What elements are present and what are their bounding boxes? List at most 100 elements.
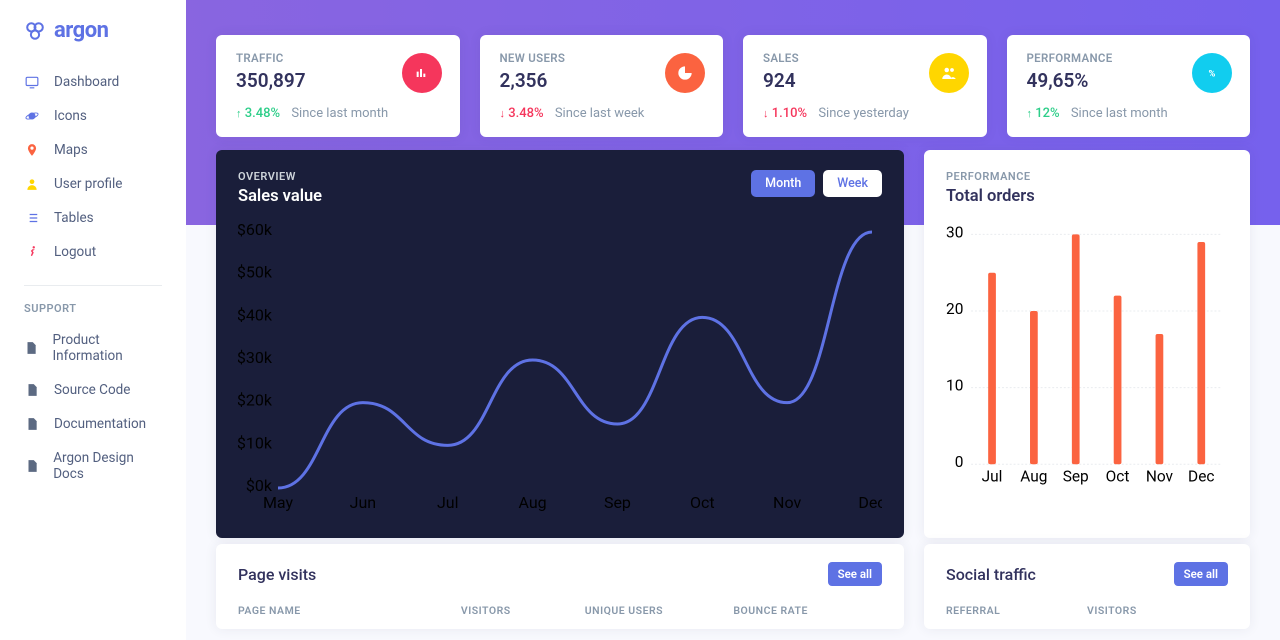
support-item-documentation[interactable]: Documentation	[0, 407, 186, 441]
svg-text:Aug: Aug	[1020, 468, 1047, 486]
stat-card-performance: PERFORMANCE 49,65% % ↑ 12% Since last mo…	[1007, 35, 1251, 137]
tab-month[interactable]: Month	[751, 170, 815, 197]
support-item-label: Documentation	[54, 416, 146, 432]
pin-icon	[24, 142, 40, 158]
svg-text:$60k: $60k	[238, 224, 273, 239]
total-orders-card: PERFORMANCE Total orders 0102030JulAugSe…	[924, 150, 1250, 538]
svg-text:20: 20	[946, 300, 963, 318]
svg-text:Sep: Sep	[1063, 468, 1089, 486]
user-icon	[24, 176, 40, 192]
stat-card-sales: SALES 924 ↓ 1.10% Since yesterday	[743, 35, 987, 137]
chart-range-tabs: Month Week	[751, 170, 882, 197]
brand-logo-icon	[24, 20, 46, 42]
support-item-argon-design-docs[interactable]: Argon Design Docs	[0, 441, 186, 491]
sidebar-item-label: Dashboard	[54, 74, 119, 90]
stat-delta-pct: ↑ 3.48%	[236, 106, 280, 121]
svg-text:$20k: $20k	[238, 391, 273, 410]
sidebar-item-label: Maps	[54, 142, 88, 158]
svg-text:%: %	[1209, 68, 1216, 79]
support-item-product-information[interactable]: Product Information	[0, 323, 186, 373]
svg-text:0: 0	[955, 453, 964, 471]
brand-logo[interactable]: argon	[0, 0, 186, 65]
stat-delta: ↓ 3.48% Since last week	[500, 106, 704, 121]
sidebar-item-label: Logout	[54, 244, 96, 260]
svg-text:Dec: Dec	[1188, 468, 1214, 486]
stat-card-new-users: NEW USERS 2,356 ↓ 3.48% Since last week	[480, 35, 724, 137]
col-header: REFERRAL	[946, 604, 1087, 617]
svg-text:Dec: Dec	[858, 493, 882, 512]
sidebar-item-label: Icons	[54, 108, 87, 124]
support-heading: SUPPORT	[0, 286, 186, 323]
sidebar-item-logout[interactable]: Logout	[0, 235, 186, 269]
run-icon	[24, 244, 40, 260]
col-header: UNIQUE USERS	[585, 604, 734, 617]
pie-chart-icon	[665, 53, 705, 93]
sidebar-item-tables[interactable]: Tables	[0, 201, 186, 235]
svg-text:Sep: Sep	[604, 493, 631, 512]
orders-overline: PERFORMANCE	[946, 170, 1035, 183]
users-icon	[929, 53, 969, 93]
stat-delta-pct: ↓ 3.48%	[500, 106, 544, 121]
col-header: VISITORS	[461, 604, 585, 617]
sales-title: Sales value	[238, 187, 322, 206]
orders-bar-chart: 0102030JulAugSepOctNovDec	[946, 224, 1228, 492]
sidebar-item-label: Tables	[54, 210, 94, 226]
stat-delta: ↓ 1.10% Since yesterday	[763, 106, 967, 121]
col-header: VISITORS	[1087, 604, 1228, 617]
svg-text:Nov: Nov	[1146, 468, 1174, 486]
social-traffic-see-all[interactable]: See all	[1174, 562, 1228, 586]
doc-icon	[24, 458, 39, 474]
doc-icon	[24, 416, 40, 432]
sidebar-item-maps[interactable]: Maps	[0, 133, 186, 167]
sales-value-card: OVERVIEW Sales value Month Week $0k$10k$…	[216, 150, 904, 538]
svg-text:Nov: Nov	[773, 493, 801, 512]
svg-text:Jul: Jul	[437, 493, 459, 512]
brand-name: argon	[54, 18, 108, 43]
svg-text:Oct: Oct	[1106, 468, 1130, 486]
sidebar-item-icons[interactable]: Icons	[0, 99, 186, 133]
svg-text:Jun: Jun	[350, 493, 376, 512]
list-icon	[24, 210, 40, 226]
sidebar-item-user-profile[interactable]: User profile	[0, 167, 186, 201]
stat-delta: ↑ 3.48% Since last month	[236, 106, 440, 121]
stat-delta-since: Since yesterday	[818, 106, 909, 121]
sidebar-item-label: User profile	[54, 176, 122, 192]
svg-text:Jul: Jul	[982, 468, 1003, 486]
svg-text:$50k: $50k	[238, 263, 273, 282]
stat-delta-pct: ↓ 1.10%	[763, 106, 807, 121]
stat-delta-since: Since last month	[1071, 106, 1168, 121]
support-item-source-code[interactable]: Source Code	[0, 373, 186, 407]
support-item-label: Argon Design Docs	[53, 450, 162, 482]
col-header: BOUNCE RATE	[733, 604, 882, 617]
svg-text:Aug: Aug	[518, 493, 546, 512]
percent-icon: %	[1192, 53, 1232, 93]
stat-delta: ↑ 12% Since last month	[1027, 106, 1231, 121]
sidebar-item-dashboard[interactable]: Dashboard	[0, 65, 186, 99]
page-visits-see-all[interactable]: See all	[828, 562, 882, 586]
support-item-label: Product Information	[53, 332, 162, 364]
svg-text:Oct: Oct	[690, 493, 715, 512]
svg-text:$40k: $40k	[238, 305, 273, 324]
chart-bar-icon	[402, 53, 442, 93]
stat-delta-since: Since last week	[555, 106, 645, 121]
page-visits-card: Page visits See all PAGE NAMEVISITORSUNI…	[216, 544, 904, 629]
orders-title: Total orders	[946, 187, 1035, 206]
tv-icon	[24, 74, 40, 90]
social-traffic-card: Social traffic See all REFERRALVISITORS	[924, 544, 1250, 629]
page-visits-title: Page visits	[238, 565, 316, 584]
svg-text:May: May	[263, 493, 294, 512]
tab-week[interactable]: Week	[823, 170, 882, 197]
col-header: PAGE NAME	[238, 604, 461, 617]
stat-card-traffic: TRAFFIC 350,897 ↑ 3.48% Since last month	[216, 35, 460, 137]
support-item-label: Source Code	[54, 382, 130, 398]
svg-text:10: 10	[946, 377, 963, 395]
stat-delta-since: Since last month	[291, 106, 388, 121]
sales-line-chart: $0k$10k$20k$30k$40k$50k$60kMayJunJulAugS…	[238, 224, 882, 514]
social-traffic-title: Social traffic	[946, 565, 1036, 584]
doc-icon	[24, 382, 40, 398]
svg-text:$30k: $30k	[238, 348, 273, 367]
planet-icon	[24, 108, 40, 124]
doc-icon	[24, 340, 39, 356]
sales-overline: OVERVIEW	[238, 170, 322, 183]
svg-text:$10k: $10k	[238, 433, 273, 452]
